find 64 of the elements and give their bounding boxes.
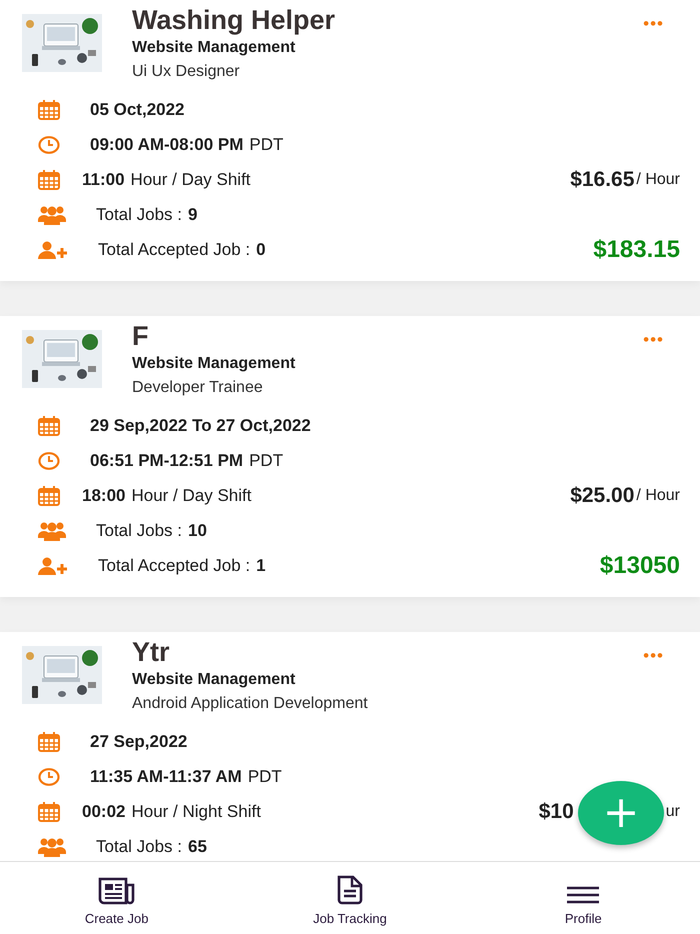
calendar-icon	[38, 486, 60, 506]
total-jobs-count: 9	[188, 204, 198, 224]
shift-hours: 18:00	[82, 486, 126, 506]
clock-icon	[38, 136, 60, 154]
total-jobs-label: Total Jobs :	[96, 520, 182, 540]
job-title: F	[132, 320, 150, 352]
shift-hours: 11:00	[82, 170, 125, 190]
accepted-jobs-count: 1	[256, 556, 266, 576]
job-category: Website Management	[132, 354, 296, 374]
nav-tab[interactable]: Job Tracking	[280, 862, 420, 934]
user-add-icon	[38, 556, 68, 574]
job-card[interactable]: Washing Helper Website Management Ui Ux Designer ••• 05 Oct,2022 09:00 AM-08:00 PM PDT 11:00 Hour / Day Shift $16.65/ Hour Total Jobs : 9 Total Accepted Job : 0 $183.15	[0, 0, 700, 281]
total-jobs-count: 10	[188, 520, 207, 540]
rate-unit: ur	[666, 802, 680, 820]
accepted-jobs-count: 0	[256, 240, 266, 260]
job-category: Website Management	[132, 38, 296, 58]
hourly-rate: $10	[538, 800, 574, 824]
job-time: 06:51 PM-12:51 PM	[90, 450, 244, 470]
job-time: 11:35 AM-11:37 AM	[90, 766, 242, 786]
job-title: Ytr	[132, 636, 171, 668]
timezone: PDT	[248, 766, 282, 786]
group-icon	[38, 520, 66, 540]
job-date: 05 Oct,2022	[90, 100, 185, 120]
job-role: Ui Ux Designer	[132, 62, 241, 82]
accepted-jobs-label: Total Accepted Job :	[98, 240, 250, 260]
job-time: 09:00 AM-08:00 PM	[90, 134, 244, 154]
nav-tab[interactable]: Create Job	[46, 862, 187, 934]
total-amount: $13050	[600, 552, 680, 580]
job-role: Android Application Development	[132, 694, 369, 714]
newspaper-icon	[98, 877, 136, 905]
job-date: 29 Sep,2022 To 27 Oct,2022	[90, 416, 311, 436]
user-add-icon	[38, 240, 68, 258]
total-amount: $183.15	[593, 236, 680, 264]
total-jobs-label: Total Jobs :	[96, 204, 182, 224]
calendar-icon	[38, 416, 60, 436]
calendar-icon	[38, 802, 60, 822]
document-icon	[334, 875, 365, 905]
shift-type: Hour / Day Shift	[130, 170, 251, 190]
job-card[interactable]: F Website Management Developer Trainee ••• 29 Sep,2022 To 27 Oct,2022 06:51 PM-12:51 PM PDT 18:00 Hour / Day Shift $25.00/ Hour Total Jobs : 10 Total Accepted Job : 1 $13050	[0, 316, 700, 597]
timezone: PDT	[249, 134, 284, 154]
calendar-icon	[38, 732, 60, 752]
group-icon	[38, 204, 66, 224]
hourly-rate: $25.00	[570, 484, 634, 508]
job-date: 27 Sep,2022	[90, 732, 188, 752]
total-jobs-label: Total Jobs :	[96, 836, 182, 856]
job-role: Developer Trainee	[132, 378, 264, 398]
menu-icon	[566, 885, 600, 905]
rate-unit: / Hour	[636, 170, 680, 188]
job-title: Washing Helper	[132, 4, 336, 36]
group-icon	[38, 836, 66, 856]
accepted-jobs-label: Total Accepted Job :	[98, 556, 250, 576]
clock-icon	[38, 452, 60, 470]
rate-unit: / Hour	[636, 486, 680, 504]
hourly-rate: $16.65	[570, 168, 634, 192]
job-category: Website Management	[132, 670, 296, 690]
nav-tab[interactable]: Profile	[513, 862, 654, 934]
calendar-icon	[38, 100, 60, 120]
shift-type: Hour / Night Shift	[131, 802, 261, 822]
shift-hours: 00:02	[82, 802, 126, 822]
shift-type: Hour / Day Shift	[131, 486, 252, 506]
total-jobs-count: 65	[188, 836, 207, 856]
calendar-icon	[38, 170, 60, 190]
clock-icon	[38, 768, 60, 786]
timezone: PDT	[249, 450, 284, 470]
